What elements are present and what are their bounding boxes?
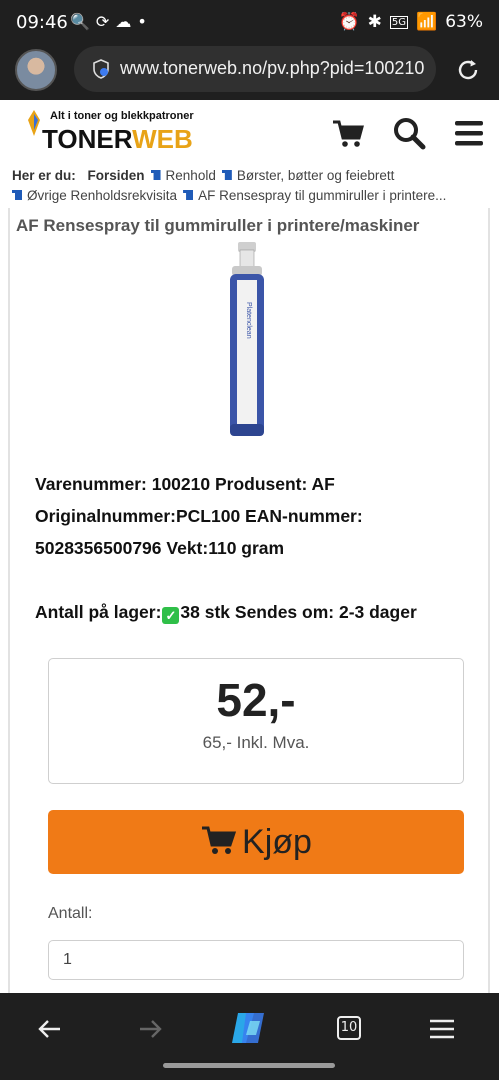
svg-text:Platenclean: Platenclean (245, 302, 252, 339)
buy-button[interactable]: Kjøp (48, 810, 464, 874)
stock-label: Antall på lager: (35, 602, 162, 622)
status-bar: 09:46 🔍⟳☁• ⏰ ✱ 5G 📶 63% (0, 0, 499, 44)
site-logo[interactable]: TONERWEB (42, 124, 193, 155)
breadcrumb-arrow-icon (221, 170, 232, 180)
copilot-icon[interactable] (228, 1007, 270, 1049)
info-line-2: Originalnummer:PCL100 EAN-nummer: (35, 506, 363, 526)
alarm-icon: ⏰ (338, 12, 360, 32)
buy-label: Kjøp (242, 823, 312, 861)
search-icon[interactable] (392, 116, 426, 150)
breadcrumb-item-current: AF Rensespray til gummiruller i printere… (198, 188, 447, 203)
breadcrumb-item-ovrige[interactable]: Øvrige Renholdsrekvisita (27, 188, 177, 203)
status-time: 09:46 (16, 12, 68, 33)
signal-icon: 📶 (416, 12, 438, 32)
profile-avatar[interactable] (15, 49, 57, 91)
home-indicator[interactable] (163, 1063, 335, 1068)
logo-text-toner: TONER (42, 124, 133, 154)
menu-icon[interactable] (426, 1013, 458, 1045)
info-line-3: 5028356500796 Vekt:110 gram (35, 538, 285, 558)
browser-toolbar: www.tonerweb.no/pv.php?pid=100210 (0, 44, 499, 100)
breadcrumb-arrow-icon (12, 190, 22, 200)
status-right: ⏰ ✱ 5G 📶 63% (338, 12, 483, 32)
breadcrumb-item-forsiden[interactable]: Forsiden (88, 168, 145, 183)
quantity-input[interactable]: 1 (48, 940, 464, 980)
network-label: 5G (389, 15, 409, 29)
bluetooth-icon: ✱ (367, 12, 382, 32)
info-line-1: Varenummer: 100210 Produsent: AF (35, 474, 335, 494)
reload-icon[interactable] (454, 56, 482, 84)
checkmark-icon: ✓ (162, 607, 180, 624)
address-bar[interactable]: www.tonerweb.no/pv.php?pid=100210 (74, 46, 436, 92)
cart-icon (202, 826, 237, 854)
browser-bottom-bar: 10 (0, 993, 499, 1080)
breadcrumb-arrow-icon (183, 190, 194, 200)
cart-icon[interactable] (331, 116, 365, 150)
price-box: 52,- 65,- Inkl. Mva. (48, 658, 464, 784)
product-info: Varenummer: 100210 Produsent: AF Origina… (35, 468, 475, 564)
breadcrumb: Her er du: Forsiden Renhold Børster, bøtte… (12, 166, 492, 206)
tab-switcher[interactable]: 10 (337, 1016, 361, 1040)
logo-mark-icon (28, 110, 40, 136)
breadcrumb-item-renhold[interactable]: Renhold (166, 168, 216, 183)
breadcrumb-item-borster[interactable]: Børster, bøtter og feiebrett (237, 168, 395, 183)
site-security-icon[interactable] (92, 59, 110, 79)
menu-icon[interactable] (452, 116, 486, 150)
logo-tagline[interactable]: Alt i toner og blekkpatroner (50, 110, 194, 122)
logo-text-web: WEB (132, 124, 193, 154)
breadcrumb-prefix: Her er du: (12, 168, 76, 183)
notification-icons: 🔍⟳☁• (70, 12, 153, 31)
url-text[interactable]: www.tonerweb.no/pv.php?pid=100210 (120, 58, 424, 79)
product-title: AF Rensespray til gummiruller i printere… (16, 216, 420, 235)
forward-icon[interactable] (134, 1013, 166, 1045)
price: 52,- (216, 674, 296, 726)
breadcrumb-arrow-icon (150, 170, 161, 180)
product-image[interactable]: Platenclean (220, 242, 276, 440)
site-header: Alt i toner og blekkpatroner TONERWEB (0, 100, 499, 164)
stock-status: Antall på lager: ✓ 38 stk Sendes om: 2-3 d… (35, 602, 485, 624)
quantity-label: Antall: (48, 905, 93, 922)
price-incl-vat: 65,- Inkl. Mva. (202, 733, 310, 752)
battery-level: 63% (445, 12, 483, 32)
back-icon[interactable] (34, 1013, 66, 1045)
stock-value: 38 stk Sendes om: 2-3 dager (180, 602, 417, 622)
